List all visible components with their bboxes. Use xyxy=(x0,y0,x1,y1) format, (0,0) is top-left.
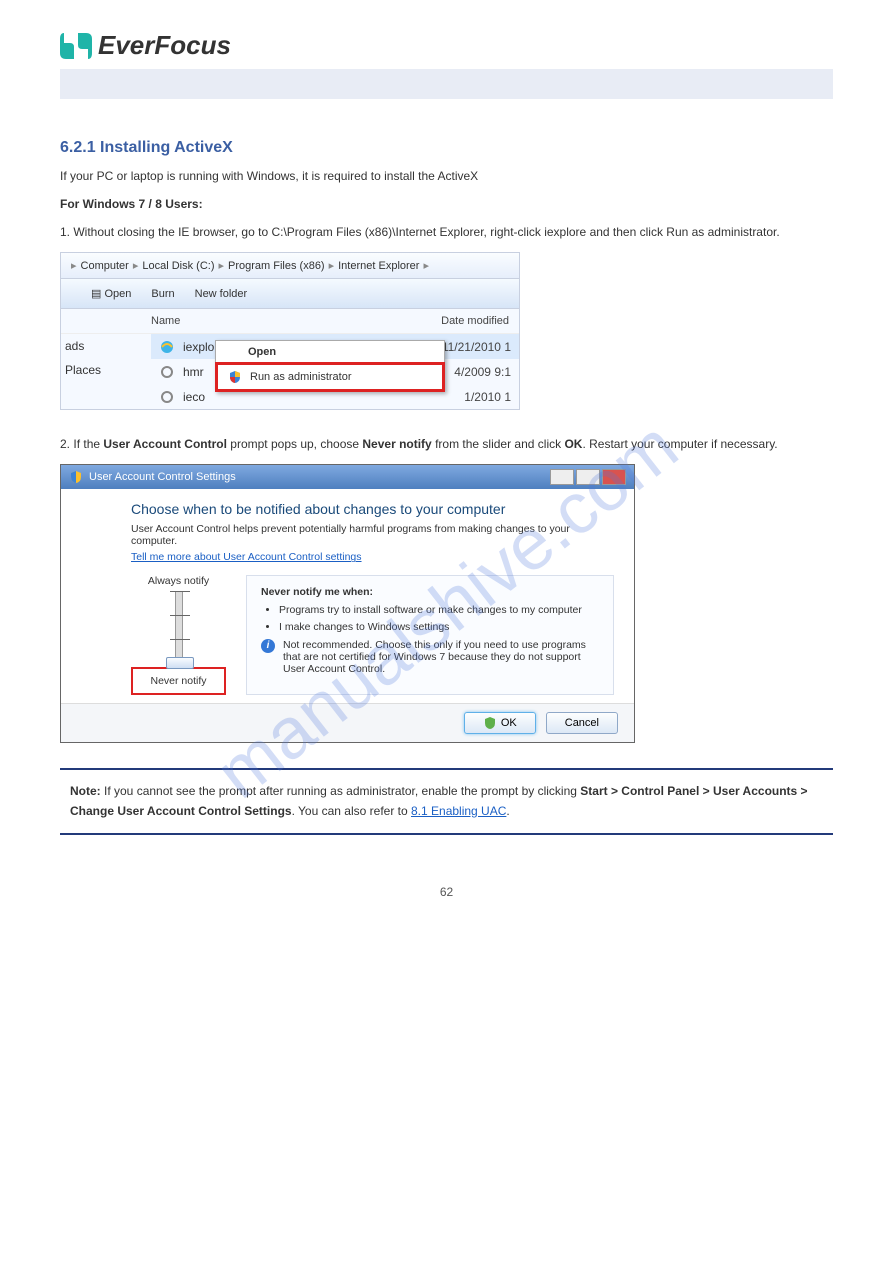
toolbar-newfolder[interactable]: New folder xyxy=(195,288,248,300)
breadcrumb-item: Internet Explorer xyxy=(338,260,419,272)
file-name: ieco xyxy=(183,390,456,404)
header-decorative-bar xyxy=(60,69,833,99)
intro-paragraph: If your PC or laptop is running with Win… xyxy=(60,167,833,185)
brand-logo: EverFocus xyxy=(60,30,833,61)
context-run-as-admin[interactable]: Run as administrator xyxy=(215,362,445,392)
close-button[interactable] xyxy=(602,469,626,485)
slider-track[interactable] xyxy=(175,591,183,663)
step-1-number: 1. xyxy=(60,225,70,239)
note-label: Note: xyxy=(70,784,101,798)
step-2-number: 2. xyxy=(60,437,70,451)
uac-button-row: OK Cancel xyxy=(61,703,634,742)
breadcrumb-item: Program Files (x86) xyxy=(228,260,325,272)
file-date: 1/2010 1 xyxy=(464,390,511,404)
slider-thumb[interactable] xyxy=(166,657,194,669)
step-2-part: If the xyxy=(73,437,103,451)
ok-label: OK xyxy=(501,717,517,729)
breadcrumb-sep: ▸ xyxy=(218,259,224,272)
column-name: Name xyxy=(151,315,441,327)
ok-button[interactable]: OK xyxy=(464,712,536,734)
explorer-sidebar: ads Places xyxy=(61,334,147,382)
explorer-screenshot: ▸ Computer ▸ Local Disk (C:) ▸ Program F… xyxy=(60,252,520,410)
column-date: Date modified xyxy=(441,315,509,327)
uac-info-panel: Never notify me when: Programs try to in… xyxy=(246,575,614,695)
info-icon: i xyxy=(261,639,275,653)
breadcrumb-sep: ▸ xyxy=(423,259,429,272)
context-runas-label: Run as administrator xyxy=(250,371,352,383)
note-text: . You can also refer to xyxy=(292,804,411,818)
toolbar-open[interactable]: ▤ Open xyxy=(91,287,131,300)
uac-titlebar: User Account Control Settings xyxy=(61,465,634,489)
step-1-text: Without closing the IE browser, go to C:… xyxy=(73,225,779,239)
brand-name: EverFocus xyxy=(98,30,231,61)
panel-info-text: Not recommended. Choose this only if you… xyxy=(283,639,599,675)
ie-icon xyxy=(159,339,175,355)
gear-icon xyxy=(159,389,175,405)
step-2-bold: User Account Control xyxy=(103,437,227,451)
gear-icon xyxy=(159,364,175,380)
cancel-button[interactable]: Cancel xyxy=(546,712,618,734)
sidebar-item: ads xyxy=(61,334,147,358)
explorer-toolbar: ▤ Open Burn New folder xyxy=(61,279,519,309)
panel-bullet: I make changes to Windows settings xyxy=(279,621,599,633)
maximize-button[interactable] xyxy=(576,469,600,485)
context-open-label: Open xyxy=(248,346,276,358)
panel-title: Never notify me when: xyxy=(261,586,599,598)
panel-bullet: Programs try to install software or make… xyxy=(279,604,599,616)
step-2: 2. If the User Account Control prompt po… xyxy=(60,435,833,454)
note-text: If you cannot see the prompt after runni… xyxy=(101,784,581,798)
breadcrumb-sep: ▸ xyxy=(71,259,77,272)
step-2-part: prompt pops up, choose xyxy=(227,437,362,451)
shield-icon xyxy=(483,716,497,730)
context-open[interactable]: Open xyxy=(216,341,444,363)
file-date: 11/21/2010 1 xyxy=(442,340,511,354)
context-menu: Open Run as administrator xyxy=(215,340,445,392)
explorer-breadcrumb: ▸ Computer ▸ Local Disk (C:) ▸ Program F… xyxy=(61,253,519,279)
step-2-part: from the slider and click xyxy=(432,437,565,451)
minimize-button[interactable] xyxy=(550,469,574,485)
slider-never-label: Never notify xyxy=(150,675,206,687)
everfocus-icon xyxy=(60,31,92,61)
breadcrumb-item: Computer xyxy=(81,260,129,272)
step-2-bold: Never notify xyxy=(362,437,431,451)
step-2-bold: OK xyxy=(564,437,582,451)
step-2-part: . Restart your computer if necessary. xyxy=(582,437,777,451)
note-text: . xyxy=(506,804,509,818)
slider-always-label: Always notify xyxy=(131,575,226,587)
section-heading: 6.2.1 Installing ActiveX xyxy=(60,139,833,157)
toolbar-burn[interactable]: Burn xyxy=(151,288,174,300)
uac-dialog-screenshot: User Account Control Settings Choose whe… xyxy=(60,464,635,743)
uac-slider[interactable]: Always notify Never notify xyxy=(131,575,226,695)
cancel-label: Cancel xyxy=(565,717,599,729)
breadcrumb-item: Local Disk (C:) xyxy=(142,260,214,272)
uac-title-text: User Account Control Settings xyxy=(89,471,236,483)
file-date: 4/2009 9:1 xyxy=(454,365,511,379)
note-box: Note: If you cannot see the prompt after… xyxy=(60,768,833,834)
shield-icon xyxy=(228,370,242,384)
page-number: 62 xyxy=(60,885,833,899)
breadcrumb-sep: ▸ xyxy=(329,259,335,272)
explorer-column-headers: Name Date modified xyxy=(61,309,519,334)
note-link[interactable]: 8.1 Enabling UAC xyxy=(411,804,506,818)
slider-never-highlight: Never notify xyxy=(131,667,226,695)
breadcrumb-sep: ▸ xyxy=(133,259,139,272)
uac-description: User Account Control helps prevent poten… xyxy=(131,523,614,547)
shield-icon xyxy=(69,470,83,484)
step-1: 1. Without closing the IE browser, go to… xyxy=(60,223,833,242)
sidebar-item: Places xyxy=(61,358,147,382)
uac-heading: Choose when to be notified about changes… xyxy=(131,501,614,517)
win7-heading: For Windows 7 / 8 Users: xyxy=(60,195,833,213)
uac-help-link[interactable]: Tell me more about User Account Control … xyxy=(131,551,362,563)
